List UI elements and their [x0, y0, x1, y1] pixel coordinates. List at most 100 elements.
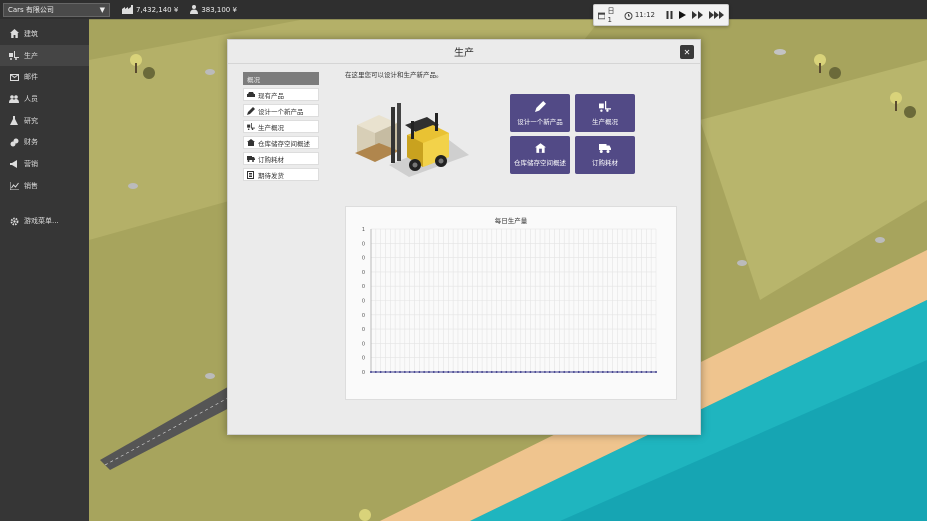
y-tick-label: 0	[362, 370, 365, 376]
pencil-icon	[247, 106, 255, 115]
design-product-button[interactable]: 设计一个新产品	[510, 94, 570, 132]
data-point	[563, 371, 566, 373]
tab-existing-products[interactable]: 现有产品	[243, 88, 319, 101]
time-panel: 日 1 11:12	[593, 4, 729, 26]
dialog-tabs: 概况 现有产品 设计一个新产品 生产概况 仓库储存空间概述 订购耗材 期待发货	[243, 72, 319, 184]
production-dialog: 生产 ✕ 概况 现有产品 设计一个新产品 生产概况 仓库储存空间概述 订购耗材	[227, 39, 701, 435]
tab-overview[interactable]: 概况	[243, 72, 319, 85]
tab-design-product[interactable]: 设计一个新产品	[243, 104, 319, 117]
data-point	[601, 371, 604, 373]
truck-icon	[247, 155, 255, 162]
forklift-illustration	[355, 103, 469, 177]
game-menu-label: 游戏菜单...	[24, 217, 59, 226]
sidebar-item-research[interactable]: 研究	[0, 110, 89, 132]
company-name: Cars 有限公司	[8, 5, 54, 14]
sidebar-item-mail[interactable]: 邮件	[0, 66, 89, 88]
tab-label: 订购耗材	[258, 155, 284, 164]
data-point	[413, 371, 416, 373]
sidebar-item-label: 销售	[24, 181, 38, 190]
person-icon	[190, 5, 199, 14]
game-menu-button[interactable]: 游戏菜单...	[0, 211, 89, 233]
play-icon	[679, 11, 686, 19]
data-point	[519, 371, 522, 373]
data-point	[655, 371, 657, 373]
data-point	[572, 371, 575, 373]
forklift-icon	[9, 51, 19, 61]
tab-production-overview[interactable]: 生产概况	[243, 120, 319, 133]
fastest-forward-icon	[709, 11, 724, 19]
tab-pending-shipments[interactable]: 期待发货	[243, 168, 319, 181]
tab-warehouse-overview[interactable]: 仓库储存空间概述	[243, 136, 319, 149]
clock-display: 11:12	[624, 11, 655, 20]
calendar-icon	[598, 12, 606, 19]
sidebar-item-buildings[interactable]: 建筑	[0, 23, 89, 45]
data-point	[481, 371, 484, 373]
order-supplies-button[interactable]: 订购耗材	[575, 136, 635, 174]
fastest-forward-button[interactable]	[709, 11, 724, 19]
tab-order-supplies[interactable]: 订购耗材	[243, 152, 319, 165]
data-point	[558, 371, 561, 373]
y-tick-label: 1	[362, 227, 365, 233]
data-point	[548, 371, 551, 373]
action-label: 仓库储存空间概述	[514, 159, 566, 167]
coins-icon	[9, 137, 19, 147]
fast-forward-button[interactable]	[692, 11, 703, 19]
play-button[interactable]	[679, 11, 686, 19]
data-point	[408, 371, 411, 373]
sidebar-item-people[interactable]: 人员	[0, 88, 89, 110]
data-point	[427, 371, 430, 373]
dialog-title: 生产	[454, 48, 474, 59]
sidebar-item-finance[interactable]: 财务	[0, 131, 89, 153]
gear-icon	[9, 216, 19, 226]
pause-button[interactable]	[666, 11, 673, 19]
data-point	[466, 371, 469, 373]
megaphone-icon	[9, 159, 19, 169]
action-label: 订购耗材	[592, 158, 618, 167]
data-point	[418, 371, 421, 373]
data-point	[597, 371, 600, 373]
data-point	[611, 371, 614, 373]
data-point	[374, 371, 377, 373]
staff-stat: 383,100 ¥	[190, 5, 237, 14]
y-tick-label: 0	[362, 327, 365, 333]
data-point	[553, 371, 556, 373]
car-icon	[247, 91, 255, 98]
data-point	[442, 371, 445, 373]
daily-production-chart: 每日生产量 10000000000	[345, 206, 677, 400]
sidebar-item-production[interactable]: 生产	[0, 44, 89, 67]
close-button[interactable]: ✕	[680, 45, 694, 59]
y-tick-label: 0	[362, 313, 365, 319]
warehouse-overview-button[interactable]: 仓库储存空间概述	[510, 136, 570, 174]
sidebar-item-marketing[interactable]: 营销	[0, 153, 89, 175]
data-point	[621, 371, 624, 373]
data-point	[524, 371, 527, 373]
day-display: 日 1	[598, 6, 619, 24]
data-point	[505, 371, 508, 373]
production-overview-button[interactable]: 生产概况	[575, 94, 635, 132]
tab-label: 期待发货	[258, 171, 284, 180]
data-point	[398, 371, 401, 373]
chart-icon	[9, 181, 19, 191]
company-select[interactable]: Cars 有限公司 ▼	[3, 2, 110, 17]
data-point	[485, 371, 488, 373]
sidebar-item-label: 财务	[24, 138, 38, 147]
y-tick-label: 0	[362, 341, 365, 347]
sidebar: 建筑 生产 邮件 人员 研究 财务 营销 销售 游戏菜单...	[0, 19, 89, 521]
alarm-clock-icon	[624, 11, 633, 20]
data-point	[403, 371, 406, 373]
sidebar-item-sales[interactable]: 销售	[0, 175, 89, 197]
data-point	[452, 371, 455, 373]
sidebar-item-label: 建筑	[24, 29, 38, 38]
staff-value: 383,100 ¥	[201, 5, 237, 14]
sidebar-item-label: 邮件	[24, 73, 38, 82]
clock-label: 11:12	[634, 11, 655, 19]
y-tick-label: 0	[362, 356, 365, 362]
action-label: 生产概况	[592, 117, 618, 126]
pencil-icon	[534, 100, 546, 112]
intro-text: 在这里您可以设计和生产新产品。	[345, 71, 443, 79]
sidebar-item-label: 研究	[24, 116, 38, 125]
data-point	[432, 371, 435, 373]
data-point	[370, 371, 372, 373]
data-point	[568, 371, 571, 373]
data-point	[456, 371, 459, 373]
